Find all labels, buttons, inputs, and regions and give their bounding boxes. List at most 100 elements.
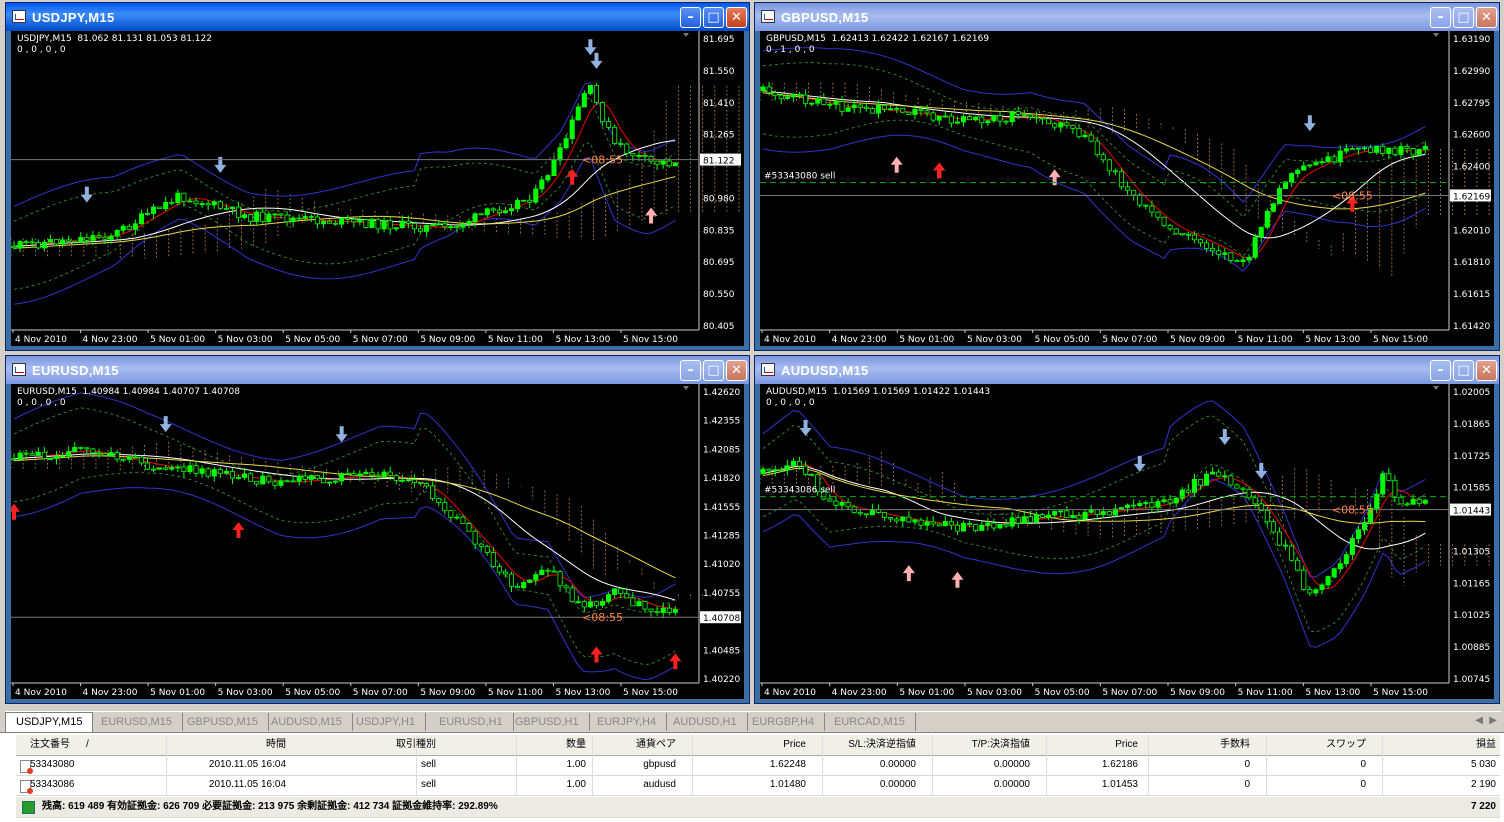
price-tick-label: 1.01585 — [1453, 484, 1490, 494]
tab-usdjpy-m15[interactable]: USDJPY,M15 — [5, 712, 94, 732]
time-tick-label: 5 Nov 01:00 — [150, 335, 205, 345]
price-axis-labels: 1.42620 1.42355 1.42085 1.41820 1.41555 1.412… — [700, 388, 741, 685]
table-cell: audusd — [643, 779, 676, 790]
minimize-button[interactable]: – — [680, 360, 701, 381]
tab-eurcad-m15[interactable]: EURCAD,M15 — [824, 713, 916, 731]
minimize-button[interactable]: – — [1430, 360, 1451, 381]
time-tick-label: 4 Nov 2010 — [15, 335, 67, 345]
time-tick-label: 5 Nov 03:00 — [967, 335, 1022, 345]
price-tick-label: 1.01025 — [1453, 611, 1490, 621]
table-cell: sell — [420, 779, 436, 790]
time-tick-label: 5 Nov 01:00 — [150, 688, 205, 698]
price-tick-label: 1.63190 — [1453, 35, 1490, 45]
title-bar[interactable]: USDJPY,M15 – □ ✕ — [6, 3, 749, 31]
chart-window-gbpusd[interactable]: GBPUSD,M15 – □ ✕ 1.63190 1.62990 1.62795 1.… — [754, 2, 1500, 351]
slow-ma-line — [13, 140, 676, 247]
time-tick-label: 5 Nov 07:00 — [353, 688, 408, 698]
price-chart[interactable]: 81.695 81.550 81.410 81.265 81.122 80.980 80.8… — [11, 31, 744, 346]
minimize-button[interactable]: – — [680, 7, 701, 28]
time-tick-label: 4 Nov 2010 — [764, 335, 816, 345]
time-tick-label: 5 Nov 03:00 — [967, 688, 1022, 698]
minimize-button[interactable]: – — [1430, 7, 1451, 28]
ohlc-readout: USDJPY,M15 81.062 81.131 81.053 81.122 — [17, 34, 212, 44]
chart-window-eurusd[interactable]: EURUSD,M15 – □ ✕ 1.42620 1.42355 1.42085 1.… — [5, 355, 750, 704]
column-header: 手数料 — [1220, 739, 1250, 750]
column-header: Price — [1115, 739, 1138, 750]
time-tick-label: 5 Nov 01:00 — [899, 335, 954, 345]
time-tick-label: 5 Nov 07:00 — [1102, 335, 1157, 345]
time-tick-label: 5 Nov 05:00 — [285, 335, 340, 345]
table-cell: 0 — [1244, 779, 1250, 790]
time-tick-label: 5 Nov 13:00 — [555, 688, 610, 698]
window-title: GBPUSD,M15 — [781, 10, 869, 25]
title-bar[interactable]: AUDUSD,M15 – □ ✕ — [755, 356, 1499, 384]
bollinger-lower-band — [13, 487, 676, 681]
time-axis-labels: 4 Nov 2010 4 Nov 23:00 5 Nov 01:00 5 Nov 03… — [12, 330, 678, 345]
close-button[interactable]: ✕ — [1476, 360, 1497, 381]
tab-usdjpy-h1[interactable]: USDJPY,H1 — [346, 713, 427, 731]
table-cell: 53343080 — [30, 759, 75, 770]
chart-canvas: 1.63190 1.62990 1.62795 1.62600 1.62400 1.621… — [760, 31, 1491, 345]
title-bar[interactable]: GBPUSD,M15 – □ ✕ — [755, 3, 1499, 31]
time-tick-label: 5 Nov 09:00 — [1170, 335, 1225, 345]
tab-audusd-m15[interactable]: AUDUSD,M15 — [261, 713, 353, 731]
tab-gbpusd-h1[interactable]: GBPUSD,H1 — [505, 713, 590, 731]
time-tick-label: 5 Nov 07:00 — [1102, 688, 1157, 698]
table-cell: 1.00 — [566, 779, 586, 790]
candlesticks — [760, 456, 1428, 597]
indicator-readout: 0 , 0 , 0 , 0 — [766, 398, 815, 408]
order-line-label: #53343086 sell — [764, 486, 835, 496]
bar-countdown-label: <08:55 — [582, 611, 623, 624]
bollinger-upper-band — [13, 82, 676, 207]
close-button[interactable]: ✕ — [726, 7, 747, 28]
chart-canvas: 81.695 81.550 81.410 81.265 81.122 80.980 80.8… — [11, 31, 741, 345]
time-tick-label: 5 Nov 13:00 — [1305, 688, 1360, 698]
table-cell: 2010.11.05 16:04 — [208, 759, 286, 770]
time-tick-label: 5 Nov 09:00 — [420, 335, 475, 345]
tab-eurjpy-h4[interactable]: EURJPY,H4 — [587, 713, 668, 731]
column-header: S/L:決済逆指値 — [848, 739, 916, 750]
tab-eurgbp-h4[interactable]: EURGBP,H4 — [742, 713, 826, 731]
tab-gbpusd-m15[interactable]: GBPUSD,M15 — [177, 713, 269, 731]
chart-window-audusd[interactable]: AUDUSD,M15 – □ ✕ 1.02005 1.01865 1.01725 1.… — [754, 355, 1500, 704]
current-price-label: 1.62169 — [1453, 192, 1490, 202]
tab-audusd-h1[interactable]: AUDUSD,H1 — [663, 713, 748, 731]
price-chart[interactable]: 1.02005 1.01865 1.01725 1.01585 1.01443 1.013… — [760, 384, 1494, 699]
close-button[interactable]: ✕ — [726, 360, 747, 381]
table-header-row: 注文番号 / 時間 取引種別 数量 通貨ペア Price S/L:決済逆指値 T/P:決済指値 P… — [16, 735, 1500, 756]
price-tick-label: 80.550 — [703, 290, 735, 300]
price-chart[interactable]: 1.42620 1.42355 1.42085 1.41820 1.41555 1.412… — [11, 384, 744, 699]
time-axis-labels: 4 Nov 2010 4 Nov 23:00 5 Nov 01:00 5 Nov 03… — [12, 683, 678, 698]
table-cell: gbpusd — [643, 759, 676, 770]
time-tick-label: 5 Nov 09:00 — [1170, 688, 1225, 698]
price-tick-label: 1.40485 — [703, 646, 740, 656]
time-tick-label: 5 Nov 07:00 — [353, 335, 408, 345]
tab-eurusd-h1[interactable]: EURUSD,H1 — [429, 713, 514, 731]
bollinger-upper-band — [762, 47, 1426, 203]
maximize-button[interactable]: □ — [1453, 7, 1474, 28]
time-tick-label: 5 Nov 05:00 — [285, 688, 340, 698]
price-tick-label: 1.40755 — [703, 589, 740, 599]
time-tick-label: 5 Nov 09:00 — [420, 688, 475, 698]
close-button[interactable]: ✕ — [1476, 7, 1497, 28]
tab-scroll-right-icon[interactable]: ▶ — [1489, 715, 1497, 726]
title-bar[interactable]: EURUSD,M15 – □ ✕ — [6, 356, 749, 384]
tab-scroll-left-icon[interactable]: ◀ — [1475, 715, 1483, 726]
price-chart[interactable]: 1.63190 1.62990 1.62795 1.62600 1.62400 1.621… — [760, 31, 1494, 346]
price-tick-label: 1.62600 — [1453, 131, 1490, 141]
chart-header: AUDUSD,M15 1.01569 1.01569 1.01422 1.014… — [766, 387, 990, 409]
maximize-button[interactable]: □ — [703, 360, 724, 381]
table-row[interactable]: 53343086 2010.11.05 16:04 sell 1.00 audusd 1.… — [16, 775, 1500, 796]
maximize-button[interactable]: □ — [703, 7, 724, 28]
ichimoku-cloud — [11, 85, 740, 259]
price-tick-label: 1.62400 — [1453, 163, 1490, 173]
fast-ma-line — [762, 90, 1426, 259]
table-row[interactable]: 53343080 2010.11.05 16:04 sell 1.00 gbpusd 1.… — [16, 755, 1500, 776]
time-tick-label: 5 Nov 03:00 — [218, 335, 273, 345]
price-tick-label: 1.61420 — [1453, 322, 1490, 332]
tab-eurusd-m15[interactable]: EURUSD,M15 — [91, 713, 183, 731]
maximize-button[interactable]: □ — [1453, 360, 1474, 381]
bar-countdown-label: <08:55 — [1332, 504, 1373, 517]
time-tick-label: 4 Nov 2010 — [764, 688, 816, 698]
chart-window-usdjpy[interactable]: USDJPY,M15 – □ ✕ 81.695 81.550 81.410 81.26… — [5, 2, 750, 351]
